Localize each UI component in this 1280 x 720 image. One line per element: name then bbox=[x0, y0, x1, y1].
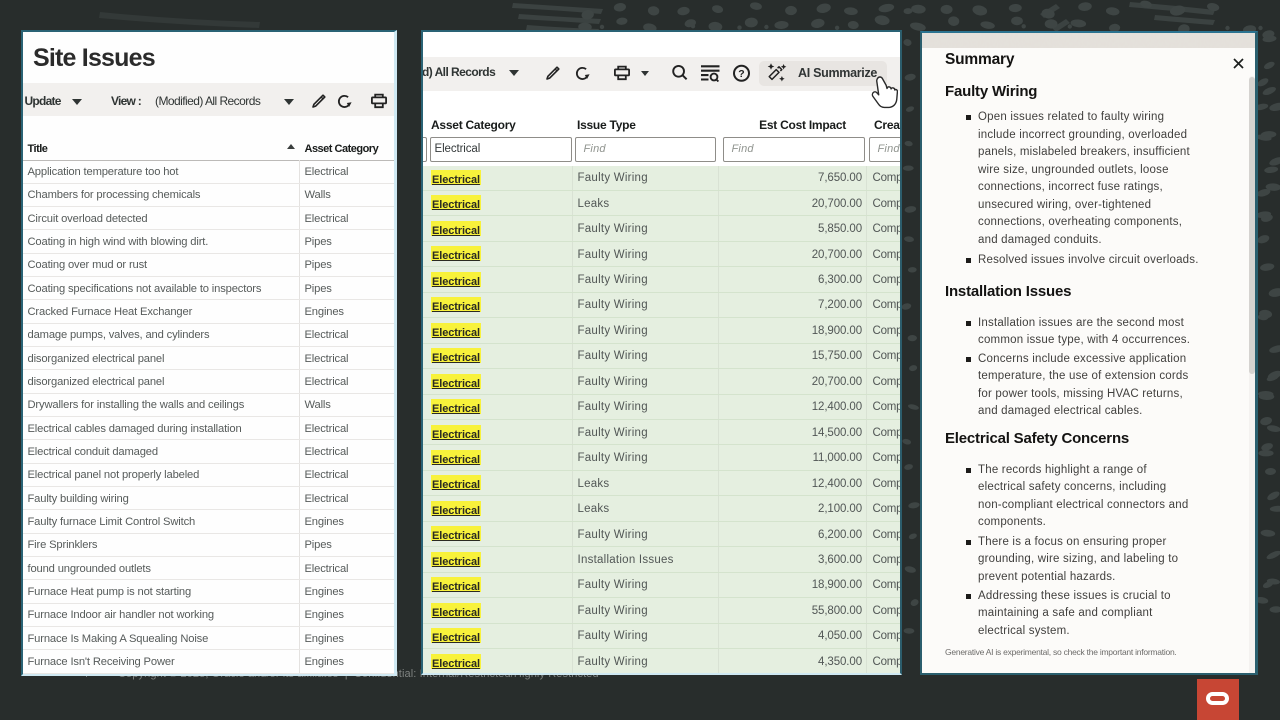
svg-text:?: ? bbox=[738, 68, 744, 80]
